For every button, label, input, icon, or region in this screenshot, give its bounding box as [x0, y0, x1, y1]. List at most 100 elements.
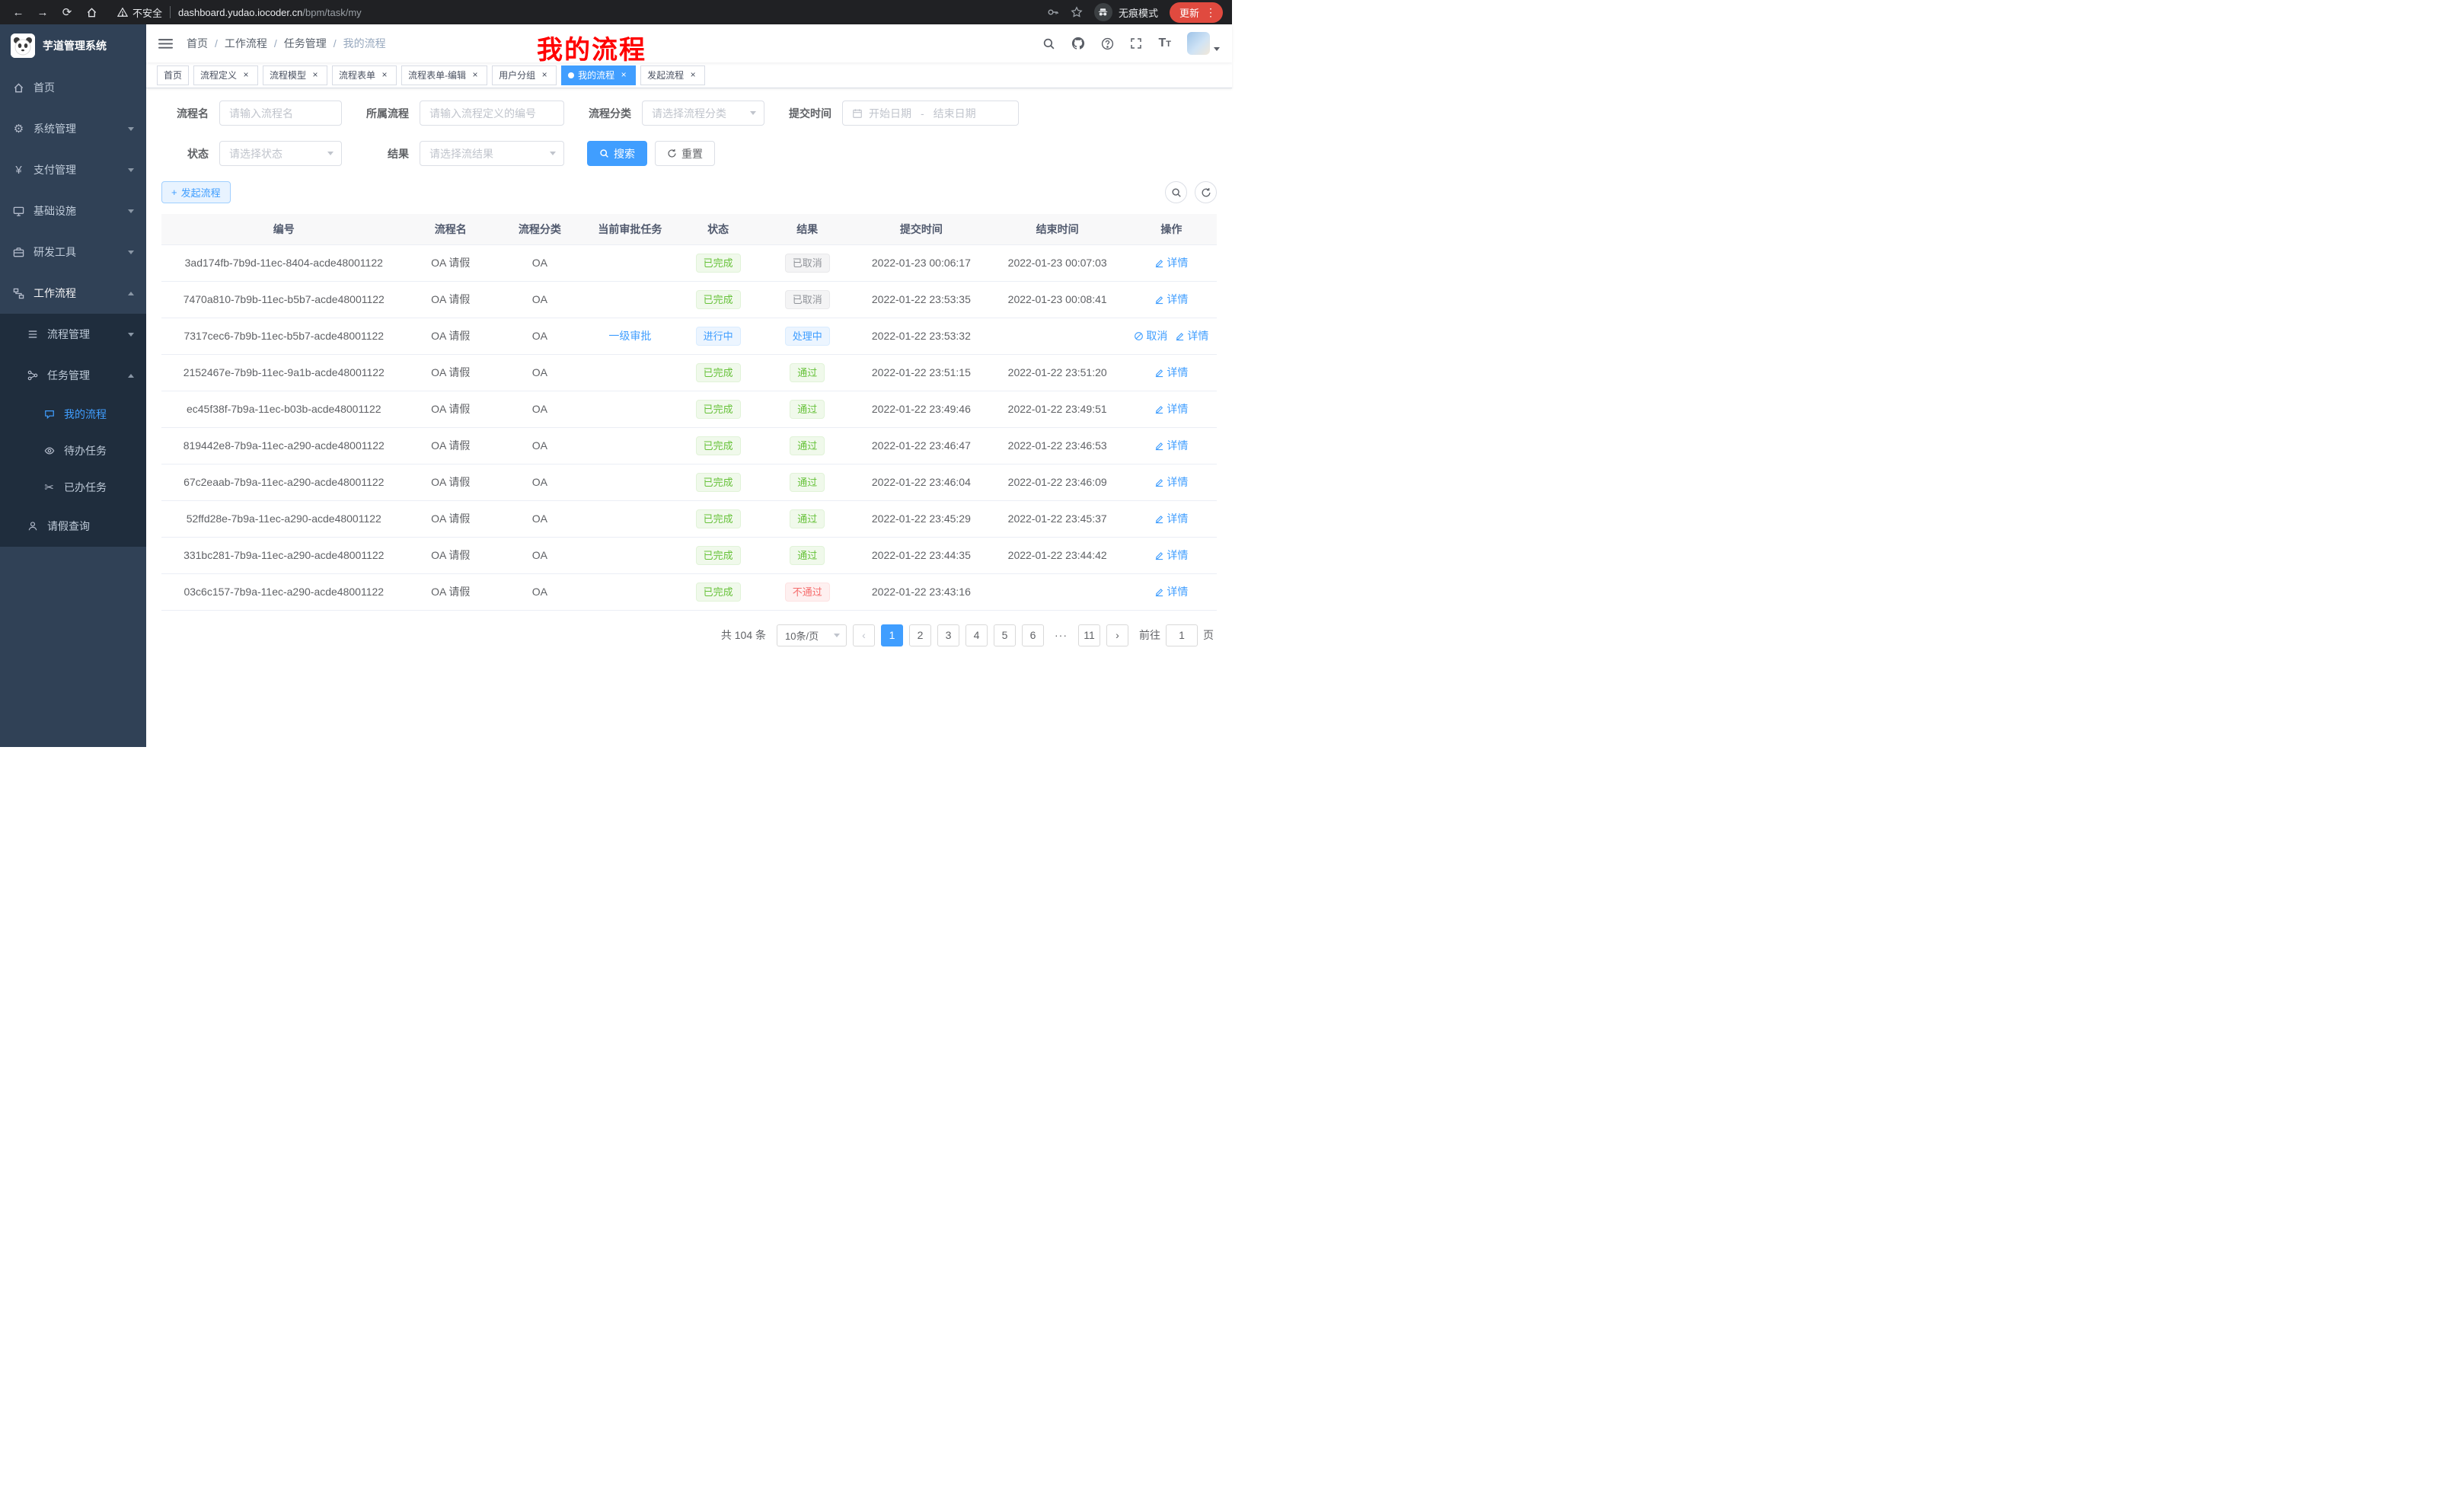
page-button[interactable]: 2 [909, 624, 931, 646]
security-chip[interactable]: 不安全 [117, 5, 162, 20]
user-menu[interactable] [1187, 32, 1220, 55]
browser-update-button[interactable]: 更新 ⋮ [1170, 2, 1223, 23]
breadcrumb-task-management[interactable]: 任务管理 [284, 36, 327, 51]
breadcrumb-home[interactable]: 首页 [187, 36, 208, 51]
page-button[interactable]: 3 [937, 624, 959, 646]
bookmark-star-icon[interactable] [1071, 6, 1083, 18]
sidebar-item-system[interactable]: ⚙ 系统管理 [0, 108, 146, 149]
cancel-link[interactable]: 取消 [1134, 328, 1167, 343]
submit-time-range-picker[interactable]: 开始日期 - 结束日期 [842, 101, 1019, 126]
update-label: 更新 [1179, 5, 1199, 20]
sidebar-item-my-process[interactable]: 我的流程 [0, 396, 146, 433]
sidebar-item-workflow[interactable]: 工作流程 [0, 273, 146, 314]
refresh-table-button[interactable] [1195, 181, 1217, 203]
detail-link[interactable]: 详情 [1154, 547, 1188, 563]
cell-result: 通过 [761, 391, 854, 427]
cell-status: 已完成 [675, 464, 761, 500]
password-key-icon[interactable] [1047, 6, 1059, 18]
tab[interactable]: 我的流程× [561, 65, 636, 85]
header-search-button[interactable] [1042, 37, 1055, 50]
tab-close-icon[interactable]: × [470, 70, 480, 81]
detail-link[interactable]: 详情 [1175, 328, 1208, 343]
page-size-select[interactable]: 10条/页 [777, 624, 847, 646]
tab[interactable]: 流程模型× [263, 65, 327, 85]
detail-link[interactable]: 详情 [1154, 365, 1188, 380]
cell-submit-time: 2022-01-22 23:46:04 [854, 464, 988, 500]
cell-id: 819442e8-7b9a-11ec-a290-acde48001122 [161, 427, 407, 464]
reload-button[interactable]: ⟳ [58, 5, 76, 19]
tab-close-icon[interactable]: × [539, 70, 550, 81]
page-button[interactable]: 11 [1078, 624, 1100, 646]
sidebar-item-process-management[interactable]: 流程管理 [0, 314, 146, 355]
sidebar-item-home[interactable]: 首页 [0, 67, 146, 108]
detail-link[interactable]: 详情 [1154, 584, 1188, 599]
tab-close-icon[interactable]: × [688, 70, 698, 81]
tab-close-icon[interactable]: × [241, 70, 251, 81]
app-logo[interactable]: 芋道管理系统 [0, 24, 146, 67]
detail-link[interactable]: 详情 [1154, 292, 1188, 307]
reset-button[interactable]: 重置 [655, 141, 715, 166]
chevron-down-icon [128, 333, 134, 337]
sidebar-item-task-management[interactable]: 任务管理 [0, 355, 146, 396]
tab[interactable]: 首页 [157, 65, 189, 85]
next-page-button[interactable]: › [1106, 624, 1128, 646]
page-button[interactable]: 5 [994, 624, 1016, 646]
cell-status: 已完成 [675, 244, 761, 281]
detail-link[interactable]: 详情 [1154, 511, 1188, 526]
table-row: 52ffd28e-7b9a-11ec-a290-acde48001122OA 请… [161, 500, 1217, 537]
browser-home-button[interactable] [82, 7, 101, 18]
process-definition-input[interactable] [420, 101, 564, 126]
tab[interactable]: 流程表单-编辑× [401, 65, 487, 85]
address-bar[interactable]: dashboard.yudao.iocoder.cn/bpm/task/my [178, 7, 362, 18]
cell-category: OA [495, 573, 585, 610]
status-badge: 已完成 [696, 436, 741, 455]
page-button[interactable]: 6 [1022, 624, 1044, 646]
page-button[interactable]: 4 [965, 624, 988, 646]
sidebar-item-done-tasks[interactable]: ✂ 已办任务 [0, 469, 146, 506]
pager-more-icon[interactable]: ··· [1050, 624, 1072, 646]
help-button[interactable] [1101, 37, 1114, 50]
search-icon [599, 148, 609, 158]
detail-link[interactable]: 详情 [1154, 474, 1188, 490]
forward-button[interactable]: → [34, 6, 52, 19]
goto-page-input[interactable] [1166, 624, 1198, 646]
category-select[interactable]: 请选择流程分类 [642, 101, 764, 126]
search-button[interactable]: 搜索 [587, 141, 647, 166]
tab-close-icon[interactable]: × [379, 70, 390, 81]
result-select[interactable]: 请选择流结果 [420, 141, 564, 166]
sidebar-item-devtools[interactable]: 研发工具 [0, 231, 146, 273]
sidebar-item-leave-query[interactable]: 请假查询 [0, 506, 146, 547]
cell-status: 已完成 [675, 573, 761, 610]
toggle-search-button[interactable] [1165, 181, 1187, 203]
detail-link[interactable]: 详情 [1154, 255, 1188, 270]
sidebar-item-payment[interactable]: ¥ 支付管理 [0, 149, 146, 190]
back-button[interactable]: ← [9, 6, 27, 19]
incognito-icon [1094, 3, 1112, 21]
tab-close-icon[interactable]: × [618, 70, 629, 81]
prev-page-button[interactable]: ‹ [853, 624, 875, 646]
current-task-link[interactable]: 一级审批 [608, 328, 651, 343]
page-button[interactable]: 1 [881, 624, 903, 646]
create-process-button[interactable]: + 发起流程 [161, 181, 231, 203]
github-link[interactable] [1071, 37, 1085, 50]
status-select[interactable]: 请选择状态 [219, 141, 342, 166]
sidebar-item-todo-tasks[interactable]: 待办任务 [0, 433, 146, 469]
fullscreen-button[interactable] [1130, 37, 1142, 49]
process-name-input[interactable] [219, 101, 342, 126]
search-icon [1042, 37, 1055, 50]
detail-link[interactable]: 详情 [1154, 401, 1188, 417]
browser-menu-icon[interactable]: ⋮ [1205, 6, 1216, 19]
tab[interactable]: 流程定义× [193, 65, 258, 85]
tab-close-icon[interactable]: × [310, 70, 321, 81]
breadcrumb: 首页 / 工作流程 / 任务管理 / 我的流程 [187, 36, 386, 51]
cell-id: 67c2eaab-7b9a-11ec-a290-acde48001122 [161, 464, 407, 500]
detail-link[interactable]: 详情 [1154, 438, 1188, 453]
breadcrumb-workflow[interactable]: 工作流程 [225, 36, 267, 51]
sidebar-item-infrastructure[interactable]: 基础设施 [0, 190, 146, 231]
font-size-button[interactable]: TT [1158, 37, 1171, 50]
tab[interactable]: 用户分组× [492, 65, 557, 85]
goto-suffix: 页 [1203, 627, 1214, 643]
tab[interactable]: 发起流程× [640, 65, 705, 85]
tab[interactable]: 流程表单× [332, 65, 397, 85]
sidebar-toggle-button[interactable] [158, 37, 173, 50]
